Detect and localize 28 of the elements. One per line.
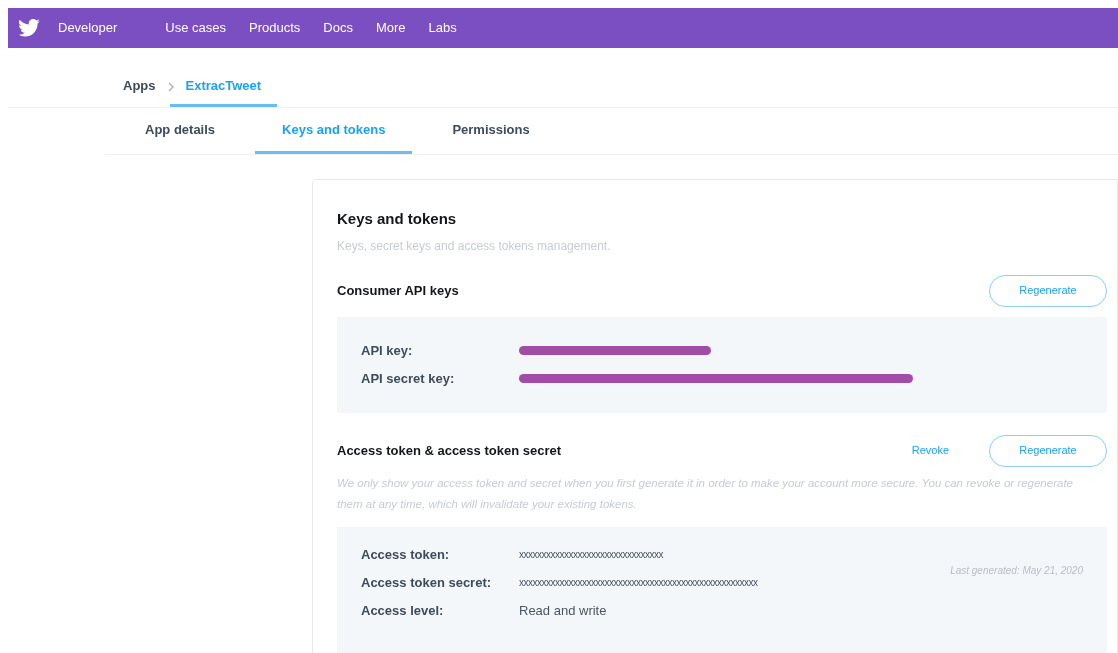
nav-link[interactable]: Docs <box>323 18 353 38</box>
tab[interactable]: Keys and tokens <box>255 108 413 154</box>
field-label: API key: <box>361 341 414 360</box>
field-label: Access level: <box>361 601 445 620</box>
card-title: Keys and tokens <box>337 209 458 229</box>
access-level-value: Read and write <box>519 601 607 620</box>
bird-icon <box>18 19 40 37</box>
security-note: We only show your access token and secret when you first generate it in order to make your account more secure. You can revoke or regenerate them at any time, which will invalidate your existing tokens. <box>337 475 1074 512</box>
field-label: Access token: <box>361 545 451 564</box>
breadcrumb-link[interactable]: Apps <box>123 75 156 107</box>
token-value: xxxxxxxxxxxxxxxxxxxxxxxxxxxxxxxx <box>519 548 663 562</box>
last-generated-text: Last generated: May 21, 2020 <box>950 563 1083 578</box>
nav-link[interactable]: More <box>375 18 406 38</box>
card-subtitle: Keys, secret keys and access tokens management. <box>337 237 612 255</box>
chevron-icon <box>167 82 174 92</box>
nav-link[interactable]: Products <box>248 18 301 38</box>
nav-link[interactable]: Labs <box>428 18 457 38</box>
field-label: API secret key: <box>361 369 456 388</box>
section-title: Access token & access token secret <box>337 441 562 460</box>
tab[interactable]: Permissions <box>412 108 570 154</box>
revoke-link[interactable]: Revoke <box>911 442 949 459</box>
token-value: xxxxxxxxxxxxxxxxxxxxxxxxxxxxxxxxxxxxxxxxxxxxxxxxxxxxx <box>519 576 758 590</box>
section-title: Consumer API keys <box>337 281 459 300</box>
breadcrumb-current[interactable]: ExtracTweet <box>169 75 278 107</box>
nav-link[interactable]: Use cases <box>165 18 226 38</box>
field-label: Access token secret: <box>361 573 493 592</box>
brand-link[interactable]: Developer <box>58 18 118 38</box>
tab[interactable]: App details <box>105 108 256 154</box>
